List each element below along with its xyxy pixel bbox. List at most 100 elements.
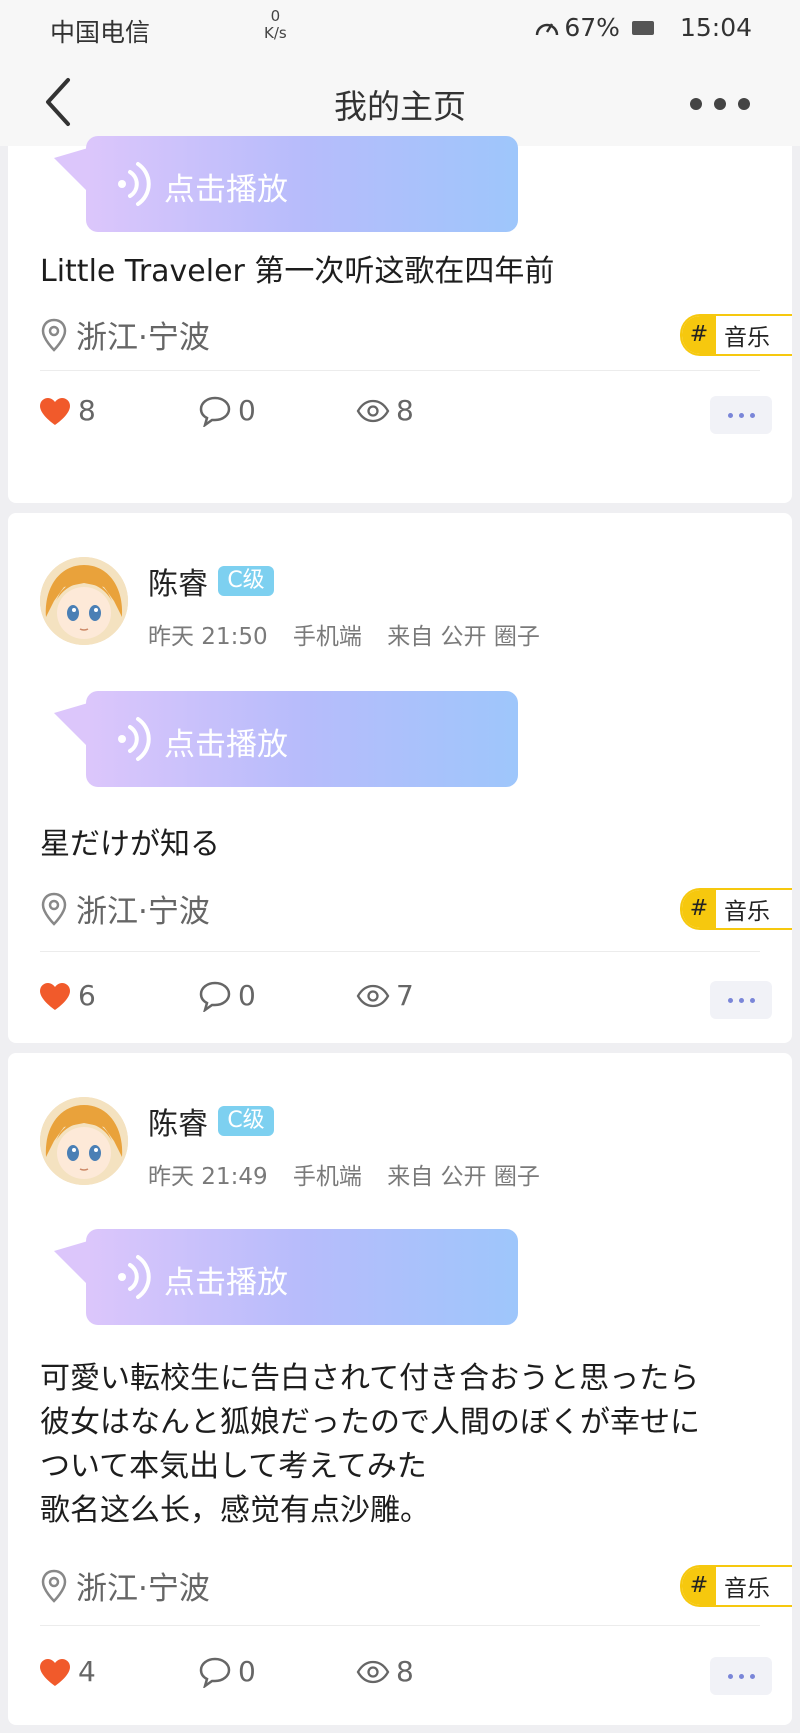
view-count: 8 (396, 1655, 414, 1688)
dot-icon (738, 997, 744, 1003)
post-more-button[interactable] (710, 396, 772, 434)
view-count-item: 7 (356, 979, 414, 1012)
voice-bubble-tail (54, 148, 88, 192)
voice-bubble-tail (54, 703, 88, 747)
heart-icon (40, 1658, 70, 1686)
comment-bubble-icon (199, 396, 231, 427)
divider (40, 951, 760, 952)
hash-icon: # (682, 1567, 716, 1605)
sound-wave-icon (118, 717, 151, 761)
network-speed-unit: K/s (264, 24, 287, 42)
divider (40, 370, 760, 371)
location-pin-icon (41, 318, 67, 352)
comment-count: 0 (238, 394, 256, 427)
status-right: 67% 15:04 (534, 13, 752, 42)
status-bar: 中国电信 0 K/s 67% 15:04 (0, 0, 800, 56)
post-text: Little Traveler 第一次听这歌在四年前 (40, 254, 555, 289)
post-text-line: 歌名这么长，感觉有点沙雕。 (40, 1493, 430, 1528)
voice-play-label: 点击播放 (164, 172, 288, 208)
avatar[interactable] (40, 557, 128, 645)
view-count: 7 (396, 979, 414, 1012)
location-label: 浙江·宁波 (76, 1571, 210, 1607)
like-button[interactable]: 6 (38, 979, 96, 1012)
topic-tag[interactable]: # 音乐 (680, 314, 792, 356)
view-count-item: 8 (356, 1655, 414, 1688)
post-text: 可愛い転校生に告白されて付き合おうと思ったら 彼女はなんと狐娘だったので人間のぼ… (40, 1357, 768, 1533)
comment-bubble-icon (199, 1657, 231, 1688)
location-pin-icon (41, 1569, 67, 1603)
post-device: 手机端 (292, 1164, 362, 1190)
comment-button[interactable]: 0 (198, 394, 256, 427)
author-name[interactable]: 陈睿 (148, 559, 208, 603)
hash-icon: # (682, 890, 716, 928)
dot-icon (690, 98, 702, 110)
dot-icon (727, 1673, 733, 1679)
comment-count: 0 (238, 1655, 256, 1688)
post-text-line: 可愛い転校生に告白されて付き合おうと思ったら (40, 1361, 700, 1396)
eye-icon (356, 984, 390, 1007)
like-count: 6 (78, 979, 96, 1012)
like-count: 4 (78, 1655, 96, 1688)
location-pin-icon (41, 892, 67, 926)
sound-wave-icon (118, 162, 151, 206)
dot-icon (749, 997, 755, 1003)
avatar[interactable] (40, 1097, 128, 1185)
hash-icon: # (682, 316, 716, 354)
dot-icon (727, 412, 733, 418)
nav-bar: 我的主页 (0, 56, 800, 146)
anime-avatar-icon (40, 1097, 128, 1185)
post-more-button[interactable] (710, 1657, 772, 1695)
dot-icon (714, 98, 726, 110)
post-source: 来自 公开 圈子 (387, 624, 540, 650)
dot-icon (738, 1673, 744, 1679)
post-location: 浙江·宁波 (40, 1563, 210, 1608)
page-title: 我的主页 (334, 87, 466, 126)
comment-bubble-icon (199, 981, 231, 1012)
author-name[interactable]: 陈睿 (148, 1099, 208, 1143)
eye-icon (356, 399, 390, 422)
level-badge: C级 (218, 1106, 274, 1136)
post-source: 来自 公开 圈子 (387, 1164, 540, 1190)
voice-player[interactable]: 点击播放 (54, 1229, 518, 1325)
comment-button[interactable]: 0 (198, 979, 256, 1012)
voice-player[interactable]: 点击播放 (54, 691, 518, 787)
post-meta: 昨天 21:50 手机端 来自 公开 圈子 (148, 617, 558, 651)
post-location: 浙江·宁波 (40, 886, 210, 931)
topic-tag-label: 音乐 (724, 1576, 770, 1602)
location-label: 浙江·宁波 (76, 894, 210, 930)
location-label: 浙江·宁波 (76, 320, 210, 356)
post-more-button[interactable] (710, 981, 772, 1019)
clock: 15:04 (679, 13, 752, 42)
voice-player[interactable]: 点击播放 (54, 136, 518, 232)
dot-icon (738, 98, 750, 110)
divider (40, 1625, 760, 1626)
topic-tag[interactable]: # 音乐 (680, 1565, 792, 1607)
topic-tag-label: 音乐 (724, 899, 770, 925)
dot-icon (727, 997, 733, 1003)
post-text-line: ついて本気出して考えてみた (40, 1449, 427, 1484)
post-text-line: 彼女はなんと狐娘だったので人間のぼくが幸せに (40, 1405, 700, 1440)
post-location: 浙江·宁波 (40, 312, 210, 357)
post-text: 星だけが知る (40, 827, 220, 862)
view-count-item: 8 (356, 394, 414, 427)
sound-wave-icon (118, 1255, 151, 1299)
dot-icon (749, 412, 755, 418)
more-options-button[interactable] (690, 82, 760, 122)
dot-icon (749, 1673, 755, 1679)
post-card: 点击播放 Little Traveler 第一次听这歌在四年前 浙江·宁波 # … (8, 136, 792, 503)
voice-play-label: 点击播放 (164, 727, 288, 763)
like-button[interactable]: 8 (38, 394, 96, 427)
post-device: 手机端 (292, 624, 362, 650)
network-speed-value: 0 (270, 7, 281, 25)
anime-avatar-icon (40, 557, 128, 645)
post-card: 陈睿 C级 昨天 21:50 手机端 来自 公开 圈子 点击播放 星だけが知る … (8, 513, 792, 1043)
topic-tag[interactable]: # 音乐 (680, 888, 792, 930)
comment-count: 0 (238, 979, 256, 1012)
topic-tag-label: 音乐 (724, 325, 770, 351)
gauge-icon (536, 22, 559, 35)
network-speed: 0 K/s (264, 8, 287, 42)
post-date: 昨天 21:49 (148, 1164, 268, 1190)
like-button[interactable]: 4 (38, 1655, 96, 1688)
comment-button[interactable]: 0 (198, 1655, 256, 1688)
voice-bubble-tail (54, 1241, 88, 1285)
